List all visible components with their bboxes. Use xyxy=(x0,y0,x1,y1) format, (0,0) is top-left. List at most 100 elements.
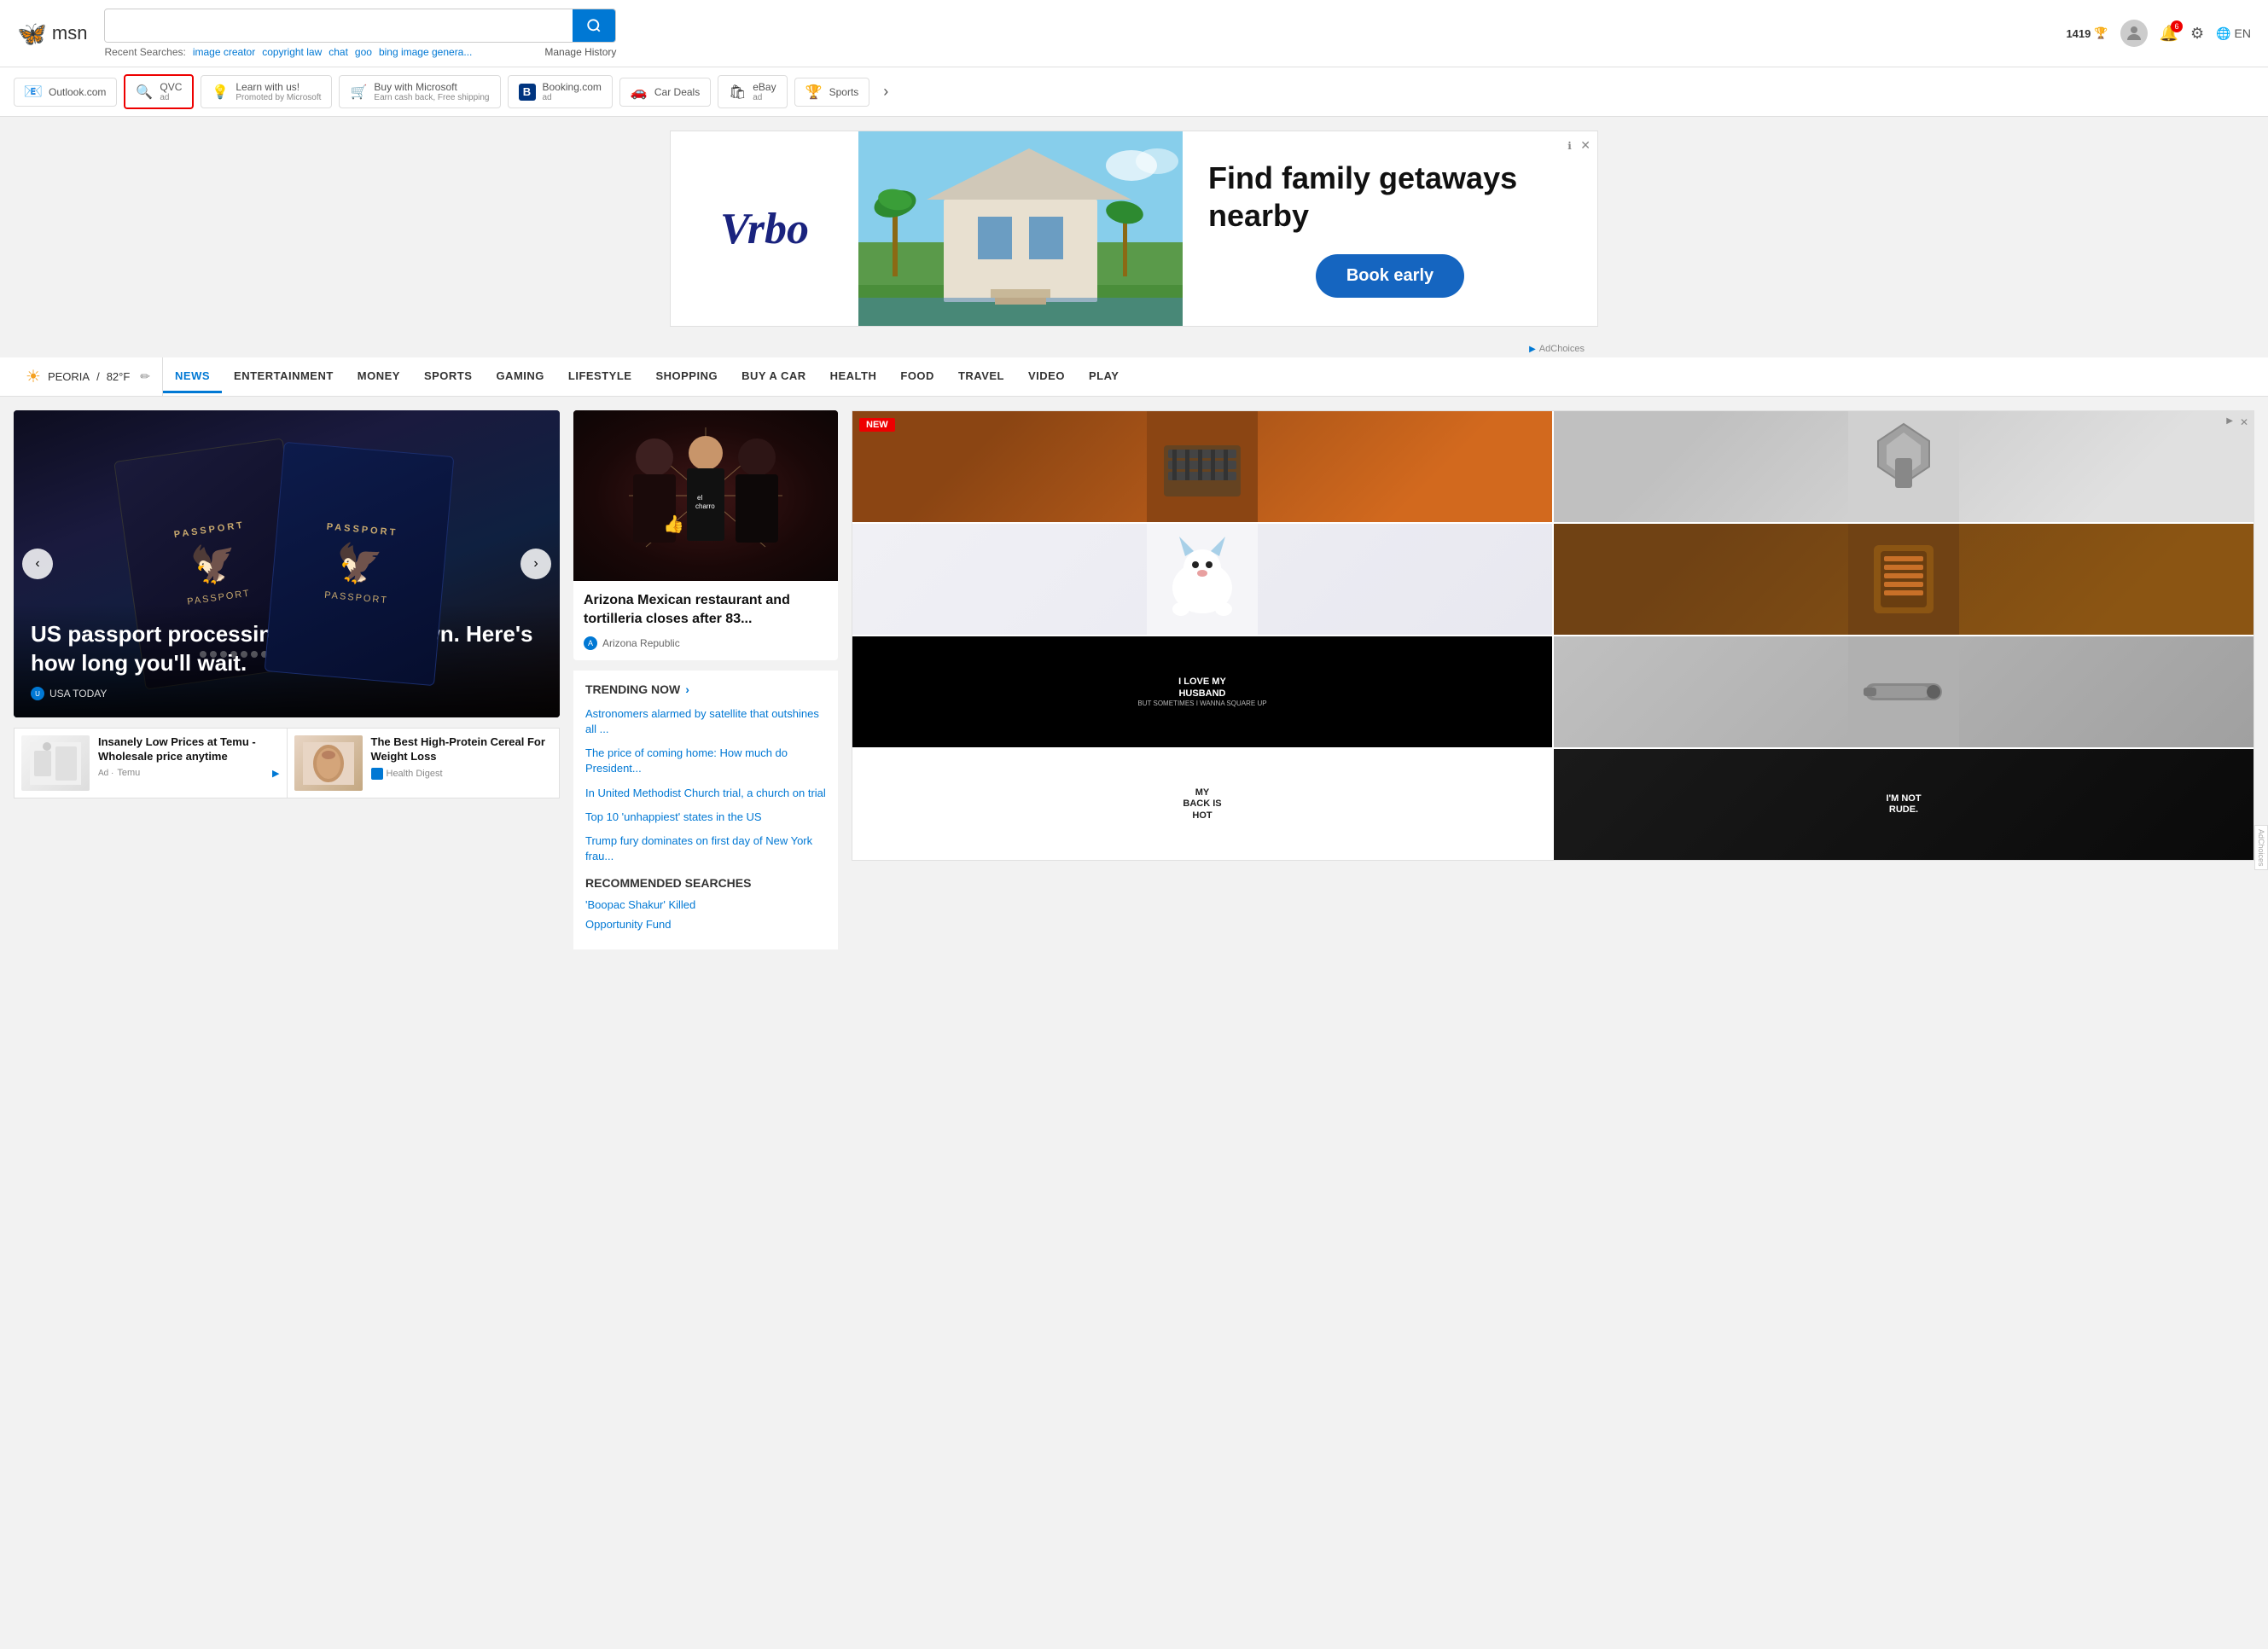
msn-logo-text: msn xyxy=(52,22,88,44)
trending-item-4[interactable]: Trump fury dominates on first day of New… xyxy=(585,833,826,864)
ad-right-section: Find family getaways nearby Book early xyxy=(1183,131,1597,326)
cat-money[interactable]: MONEY xyxy=(346,361,412,393)
trending-item-2[interactable]: In United Methodist Church trial, a chur… xyxy=(585,786,826,801)
shirt-rude-text: I'M NOT RUDE. xyxy=(1886,793,1921,816)
sports-icon: 🏆 xyxy=(805,84,823,101)
svg-text:👍: 👍 xyxy=(663,514,684,534)
shortcut-outlook[interactable]: 📧 Outlook.com xyxy=(14,78,117,107)
recent-item-1[interactable]: copyright law xyxy=(262,46,322,58)
top-news-source: A Arizona Republic xyxy=(584,636,828,650)
recommended-item-1[interactable]: Opportunity Fund xyxy=(585,918,826,931)
cat-play[interactable]: PLAY xyxy=(1077,361,1131,393)
ad-cell-dog[interactable] xyxy=(852,524,1552,635)
restaurant-image: el charro 👍 xyxy=(573,410,838,581)
cat-lifestyle[interactable]: LIFESTYLE xyxy=(556,361,644,393)
health-digest-icon xyxy=(371,768,383,780)
cat-buy-a-car[interactable]: BUY A CAR xyxy=(730,361,818,393)
ad-choices-icon: ▶ xyxy=(1529,345,1536,354)
side-adchoices[interactable]: AdChoices xyxy=(2254,825,2268,871)
ad-cell-grill[interactable] xyxy=(852,411,1552,522)
recent-item-3[interactable]: goo xyxy=(355,46,372,58)
carousel-prev-button[interactable]: ‹ xyxy=(22,549,53,579)
ad-cell-shirt-back[interactable]: MY BACK IS HOT xyxy=(852,749,1552,860)
points-value: 1419 xyxy=(2066,27,2091,40)
passport-right: PASSPORT 🦅 PASSPORT xyxy=(265,442,455,686)
trending-item-1[interactable]: The price of coming home: How much do Pr… xyxy=(585,746,826,776)
ad-close-button[interactable]: ℹ ✕ xyxy=(1567,138,1591,154)
recent-item-4[interactable]: bing image genera... xyxy=(379,46,472,58)
sub-card-cereal[interactable]: The Best High-Protein Cereal For Weight … xyxy=(288,728,561,798)
weather-location: PEORIA xyxy=(48,370,90,383)
weather-edit-icon[interactable]: ✏ xyxy=(140,369,150,384)
socket-image xyxy=(1848,411,1959,522)
language-selector[interactable]: 🌐 EN xyxy=(2216,26,2251,41)
shortcuts-scroll-right[interactable]: › xyxy=(876,83,895,101)
shortcut-microsoft[interactable]: 🛒 Buy with Microsoft Earn cash back, Fre… xyxy=(339,75,500,108)
manage-history-link[interactable]: Manage History xyxy=(544,46,616,58)
cat-gaming[interactable]: GAMING xyxy=(484,361,555,393)
top-news-card[interactable]: el charro 👍 Arizona Mexican restaurant a… xyxy=(573,410,838,660)
recommended-item-0[interactable]: 'Boopac Shakur' Killed xyxy=(585,898,826,911)
shortcut-booking[interactable]: B Booking.com ad xyxy=(508,75,613,108)
carousel-next-button[interactable]: › xyxy=(520,549,551,579)
ad-cell-heater[interactable] xyxy=(1554,524,2253,635)
cat-video[interactable]: VIDEO xyxy=(1016,361,1077,393)
top-news-title: Arizona Mexican restaurant and tortiller… xyxy=(584,591,828,630)
notification-icon[interactable]: 🔔 6 xyxy=(2160,25,2178,43)
cat-entertainment[interactable]: ENTERTAINMENT xyxy=(222,361,346,393)
search-bar xyxy=(104,9,616,43)
trending-header[interactable]: TRENDING NOW › xyxy=(585,682,826,696)
learn-sublabel: Promoted by Microsoft xyxy=(236,93,321,102)
right-ad-close-button[interactable]: ✕ xyxy=(2240,416,2248,428)
cat-shopping[interactable]: SHOPPING xyxy=(643,361,730,393)
shortcut-learn[interactable]: 💡 Learn with us! Promoted by Microsoft xyxy=(201,75,332,108)
ad-cell-shirt-rude[interactable]: I'M NOT RUDE. xyxy=(1554,749,2253,860)
user-avatar[interactable] xyxy=(2120,20,2148,47)
cat-food[interactable]: FOOD xyxy=(888,361,946,393)
booking-icon: B xyxy=(519,84,536,101)
ad-cell-shirt-husband[interactable]: I LOVE MY HUSBAND BUT SOMETIMES I WANNA … xyxy=(852,636,1552,747)
recent-item-2[interactable]: chat xyxy=(329,46,348,58)
cat-health[interactable]: HEALTH xyxy=(818,361,889,393)
settings-icon[interactable]: ⚙ xyxy=(2190,25,2204,43)
shortcut-qvc[interactable]: 🔍 QVC ad xyxy=(124,74,194,109)
booking-label: Booking.com xyxy=(543,81,602,93)
book-early-button[interactable]: Book early xyxy=(1316,254,1464,298)
weather-temp: 82°F xyxy=(107,370,131,383)
ad-close-x-icon: ✕ xyxy=(1580,138,1591,152)
sub-cards: Insanely Low Prices at Temu - Wholesale … xyxy=(14,728,560,798)
cat-sports[interactable]: SPORTS xyxy=(412,361,484,393)
search-input[interactable] xyxy=(105,10,573,42)
ad-banner-container: ℹ ✕ Vrbo xyxy=(656,131,1612,357)
temu-report-icon[interactable]: ▶ xyxy=(272,768,279,779)
microsoft-sublabel: Earn cash back, Free shipping xyxy=(374,93,489,102)
cereal-card-meta: Health Digest xyxy=(371,768,553,780)
search-icon xyxy=(586,18,602,33)
cat-travel[interactable]: TRAVEL xyxy=(946,361,1016,393)
msn-logo-icon: 🦋 xyxy=(17,20,47,48)
shortcut-cardeals[interactable]: 🚗 Car Deals xyxy=(619,78,711,107)
right-ad-adchoices[interactable]: ▶ xyxy=(2226,416,2233,426)
passport-emblem-left: 🦅 xyxy=(188,538,241,589)
trending-item-0[interactable]: Astronomers alarmed by satellite that ou… xyxy=(585,706,826,737)
booking-ad-label: ad xyxy=(543,93,602,102)
recent-item-0[interactable]: image creator xyxy=(193,46,255,58)
search-button[interactable] xyxy=(573,9,615,42)
ad-tagline: Find family getaways nearby xyxy=(1208,160,1572,233)
top-news-body: Arizona Mexican restaurant and tortiller… xyxy=(573,581,838,660)
main-content: PASSPORT 🦅 PASSPORT PASSPORT 🦅 PASSPORT … xyxy=(0,397,2268,963)
right-ad-block: NEW ✕ ▶ xyxy=(852,410,2254,861)
shortcut-sports[interactable]: 🏆 Sports xyxy=(794,78,870,107)
temu-source: Temu xyxy=(117,768,140,778)
search-bar-wrapper: Recent Searches: image creator copyright… xyxy=(104,9,616,58)
ad-info-icon: ℹ xyxy=(1567,140,1572,152)
ad-cell-socket[interactable] xyxy=(1554,411,2253,522)
sub-card-temu[interactable]: Insanely Low Prices at Temu - Wholesale … xyxy=(14,728,288,798)
weather-widget: ☀ PEORIA / 82°F ✏ xyxy=(14,357,163,396)
ad-cell-laser[interactable] xyxy=(1554,636,2253,747)
msn-logo[interactable]: 🦋 msn xyxy=(17,20,87,48)
shortcut-ebay[interactable]: 🛍 eBay ad xyxy=(718,75,787,108)
recommended-header: RECOMMENDED SEARCHES xyxy=(585,876,826,890)
trending-item-3[interactable]: Top 10 'unhappiest' states in the US xyxy=(585,810,826,825)
cat-news[interactable]: NEWS xyxy=(163,361,222,393)
